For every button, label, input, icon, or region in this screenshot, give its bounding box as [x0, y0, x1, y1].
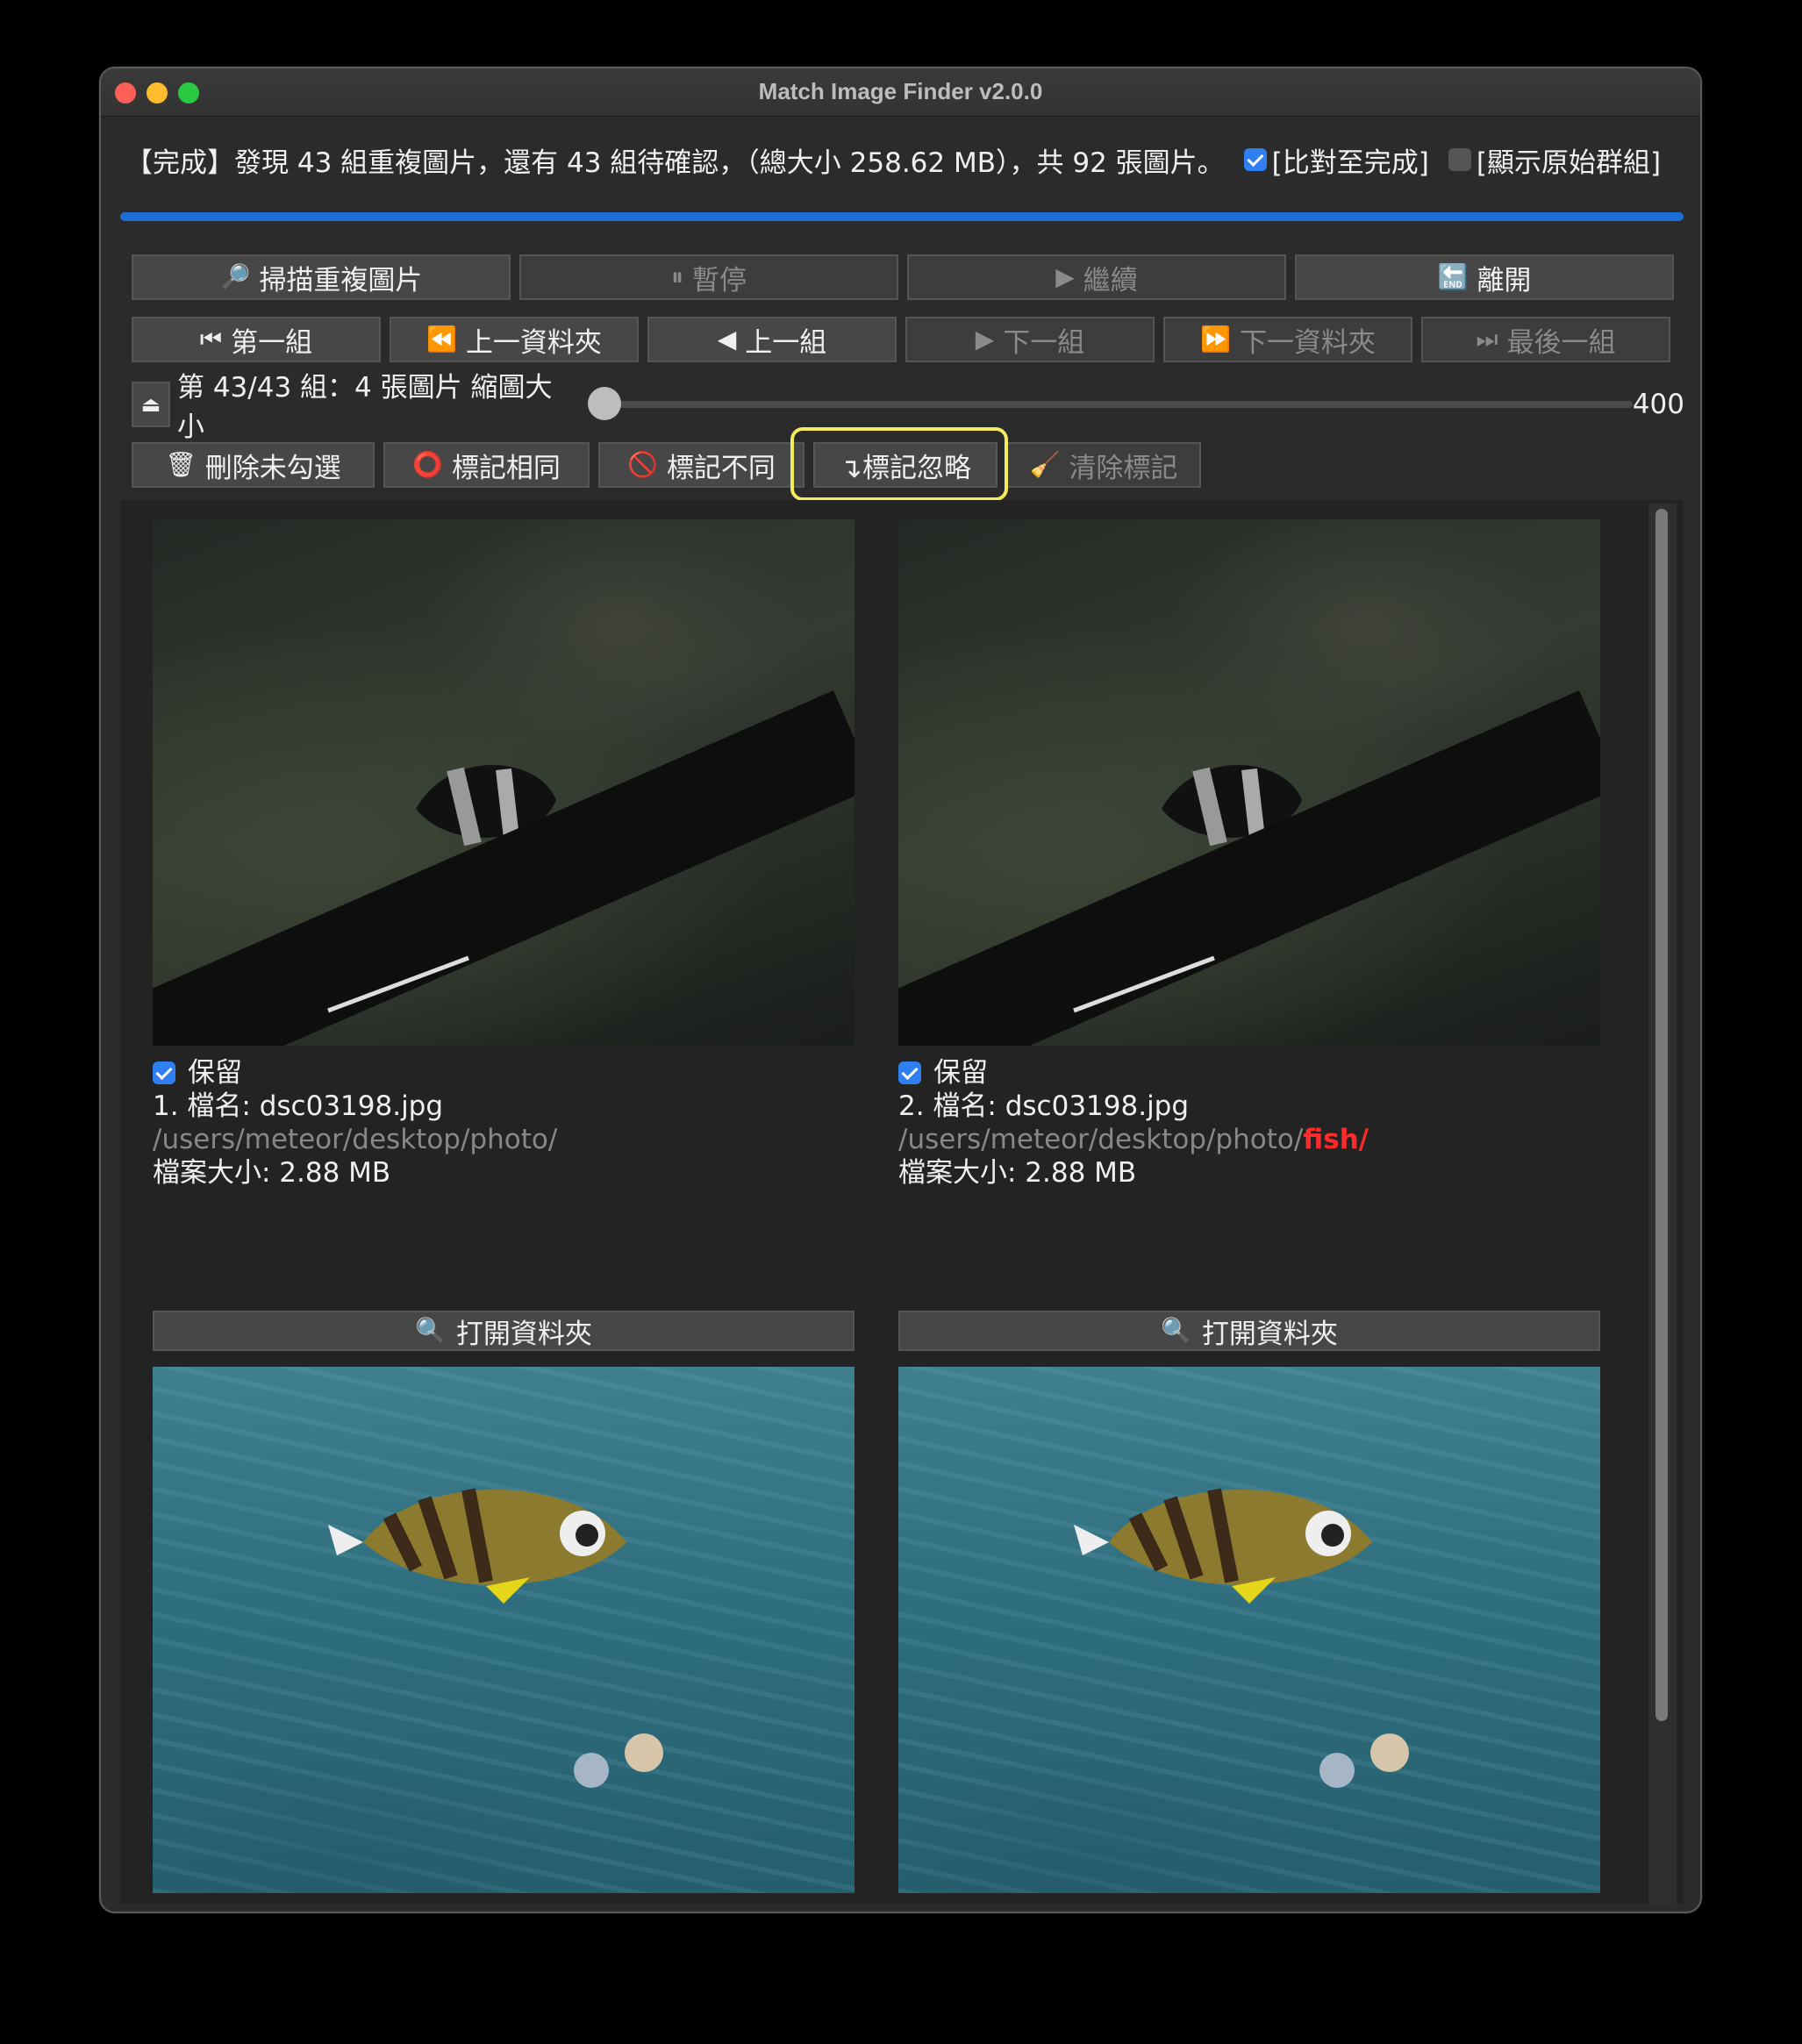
- thumbnail-image[interactable]: [153, 1367, 855, 1893]
- file-path: /users/meteor/desktop/photo/: [153, 1124, 558, 1155]
- keep-checkbox[interactable]: [153, 1061, 175, 1084]
- next-folder-button[interactable]: ⏩ 下一資料夾: [1163, 317, 1412, 362]
- first-group-button[interactable]: ⏮ 第一組: [132, 317, 381, 362]
- delete-unchecked-button[interactable]: 🗑 刪除未勾選: [132, 442, 375, 488]
- play-icon: ▶: [1055, 262, 1075, 291]
- file-name: 2. 檔名: dsc03198.jpg: [898, 1090, 1190, 1122]
- image-card: 保留 2. 檔名: dsc03198.jpg /users/meteor/des…: [898, 519, 1600, 1190]
- pause-button[interactable]: ⏸ 暫停: [519, 254, 898, 300]
- fish-photo-illustration: [328, 1488, 663, 1788]
- clear-marks-button[interactable]: 🧹 清除標記: [1006, 442, 1201, 488]
- clear-marks-label: 清除標記: [1069, 452, 1178, 484]
- open-folder-label: 打開資料夾: [1201, 1318, 1338, 1350]
- thumb-size-value: 400: [1632, 389, 1684, 420]
- file-path: /users/meteor/desktop/photo/fish/: [898, 1124, 1369, 1155]
- focus-highlight: [790, 427, 1008, 501]
- eject-button[interactable]: ⏏: [132, 382, 170, 427]
- magnifier-icon: 🔍: [415, 1316, 446, 1345]
- trash-icon: 🗑: [165, 450, 197, 479]
- status-text: 【完成】發現 43 組重複圖片，還有 43 組待確認，（總大小 258.62 M…: [125, 147, 1225, 179]
- main-toolbar: 🔎 掃描重複圖片 ⏸ 暫停 ▶ 繼續 🔚 離開: [132, 254, 1674, 300]
- eject-icon: ⏏: [140, 392, 161, 417]
- prev-group-button[interactable]: ◀ 上一組: [647, 317, 897, 362]
- scan-label: 掃描重複圖片: [259, 264, 423, 297]
- next-group-button[interactable]: ▶ 下一組: [905, 317, 1155, 362]
- group-info-row: ⏏ 第 43/43 組：4 張圖片 縮圖大小 400: [132, 372, 1684, 443]
- mark-same-button[interactable]: ⭕ 標記相同: [383, 442, 590, 488]
- compare-to-end-checkbox[interactable]: [1243, 148, 1267, 171]
- magnifier-icon: 🔎: [219, 262, 251, 291]
- fish-photo-illustration: [898, 690, 1600, 1046]
- skip-last-icon: ⏭: [1476, 325, 1498, 354]
- next-group-label: 下一組: [1003, 326, 1085, 359]
- pause-icon: ⏸: [670, 262, 683, 291]
- skip-first-icon: ⏮: [199, 325, 223, 354]
- image-card: 保留: [898, 1367, 1600, 1904]
- circle-icon: ⭕: [412, 450, 443, 479]
- mark-different-label: 標記不同: [666, 452, 776, 484]
- mark-same-label: 標記相同: [451, 452, 561, 484]
- keep-label: 保留: [188, 1057, 242, 1089]
- navigation-toolbar: ⏮ 第一組 ⏪ 上一資料夾 ◀ 上一組 ▶ 下一組 ⏩ 下一資料夾 ⏭ 最後一組: [132, 317, 1670, 362]
- resume-button[interactable]: ▶ 繼續: [907, 254, 1286, 300]
- mark-toolbar: 🗑 刪除未勾選 ⭕ 標記相同 🚫 標記不同 ↴標記忽略 🧹 清除標記: [132, 442, 1201, 488]
- show-original-groups-checkbox[interactable]: [1448, 148, 1471, 171]
- prohibited-icon: 🚫: [627, 450, 658, 479]
- scrollbar-thumb[interactable]: [1655, 509, 1668, 1721]
- keep-checkbox[interactable]: [898, 1061, 921, 1084]
- rewind-icon: ⏪: [426, 325, 457, 354]
- prev-folder-label: 上一資料夾: [465, 326, 602, 359]
- compare-to-end-option[interactable]: [比對至完成]: [1243, 140, 1429, 180]
- open-folder-label: 打開資料夾: [455, 1318, 592, 1350]
- next-folder-label: 下一資料夾: [1239, 326, 1376, 359]
- thumb-size-slider[interactable]: [588, 387, 1633, 420]
- prev-group-label: 上一組: [745, 326, 827, 359]
- file-size: 檔案大小: 2.88 MB: [153, 1157, 391, 1189]
- image-card: 保留: [153, 1367, 855, 1904]
- last-group-button[interactable]: ⏭ 最後一組: [1421, 317, 1670, 362]
- fish-photo-illustration: [1074, 1488, 1409, 1788]
- fast-forward-icon: ⏩: [1200, 325, 1231, 354]
- thumbnail-image[interactable]: [898, 1367, 1600, 1893]
- next-arrow-icon: ▶: [975, 325, 995, 354]
- thumbnail-image[interactable]: [898, 519, 1600, 1046]
- open-folder-button[interactable]: 🔍 打開資料夾: [898, 1311, 1600, 1351]
- exit-label: 離開: [1477, 264, 1532, 297]
- show-original-groups-label: [顯示原始群組]: [1476, 147, 1662, 179]
- keep-checkbox-row[interactable]: 保留: [153, 1056, 855, 1090]
- app-window: Match Image Finder v2.0.0 【完成】發現 43 組重複圖…: [99, 67, 1702, 1913]
- file-size: 檔案大小: 2.88 MB: [898, 1157, 1137, 1189]
- vertical-scrollbar[interactable]: [1648, 504, 1677, 1904]
- show-original-groups-option[interactable]: [顯示原始群組]: [1448, 140, 1661, 180]
- open-folder-button[interactable]: 🔍 打開資料夾: [153, 1311, 855, 1351]
- file-name: 1. 檔名: dsc03198.jpg: [153, 1090, 444, 1122]
- scan-button[interactable]: 🔎 掃描重複圖片: [132, 254, 511, 300]
- thumb-size-slider-knob[interactable]: [588, 387, 622, 420]
- prev-arrow-icon: ◀: [717, 325, 737, 354]
- thumbnail-image[interactable]: [153, 519, 855, 1046]
- prev-folder-button[interactable]: ⏪ 上一資料夾: [390, 317, 639, 362]
- compare-to-end-label: [比對至完成]: [1271, 147, 1429, 179]
- title-bar: Match Image Finder v2.0.0: [101, 68, 1700, 117]
- group-info-text: 第 43/43 組：4 張圖片 縮圖大小: [176, 372, 553, 443]
- exit-icon: 🔚: [1437, 262, 1469, 291]
- pause-label: 暫停: [692, 264, 747, 297]
- magnifier-icon: 🔍: [1161, 1316, 1191, 1345]
- keep-label: 保留: [933, 1057, 988, 1089]
- delete-unchecked-label: 刪除未勾選: [204, 452, 341, 484]
- first-group-label: 第一組: [231, 326, 313, 359]
- broom-icon: 🧹: [1029, 450, 1061, 479]
- last-group-label: 最後一組: [1506, 326, 1616, 359]
- mark-different-button[interactable]: 🚫 標記不同: [598, 442, 804, 488]
- status-bar: 【完成】發現 43 組重複圖片，還有 43 組待確認，（總大小 258.62 M…: [125, 140, 1687, 180]
- image-card: 保留 1. 檔名: dsc03198.jpg /users/meteor/des…: [153, 519, 855, 1190]
- fish-photo-illustration: [153, 690, 855, 1046]
- resume-label: 繼續: [1083, 264, 1138, 297]
- window-title: Match Image Finder v2.0.0: [758, 78, 1043, 104]
- image-grid: 保留 1. 檔名: dsc03198.jpg /users/meteor/des…: [120, 500, 1684, 1904]
- keep-checkbox-row[interactable]: 保留: [898, 1056, 1600, 1090]
- progress-bar: [120, 212, 1684, 221]
- exit-button[interactable]: 🔚 離開: [1295, 254, 1674, 300]
